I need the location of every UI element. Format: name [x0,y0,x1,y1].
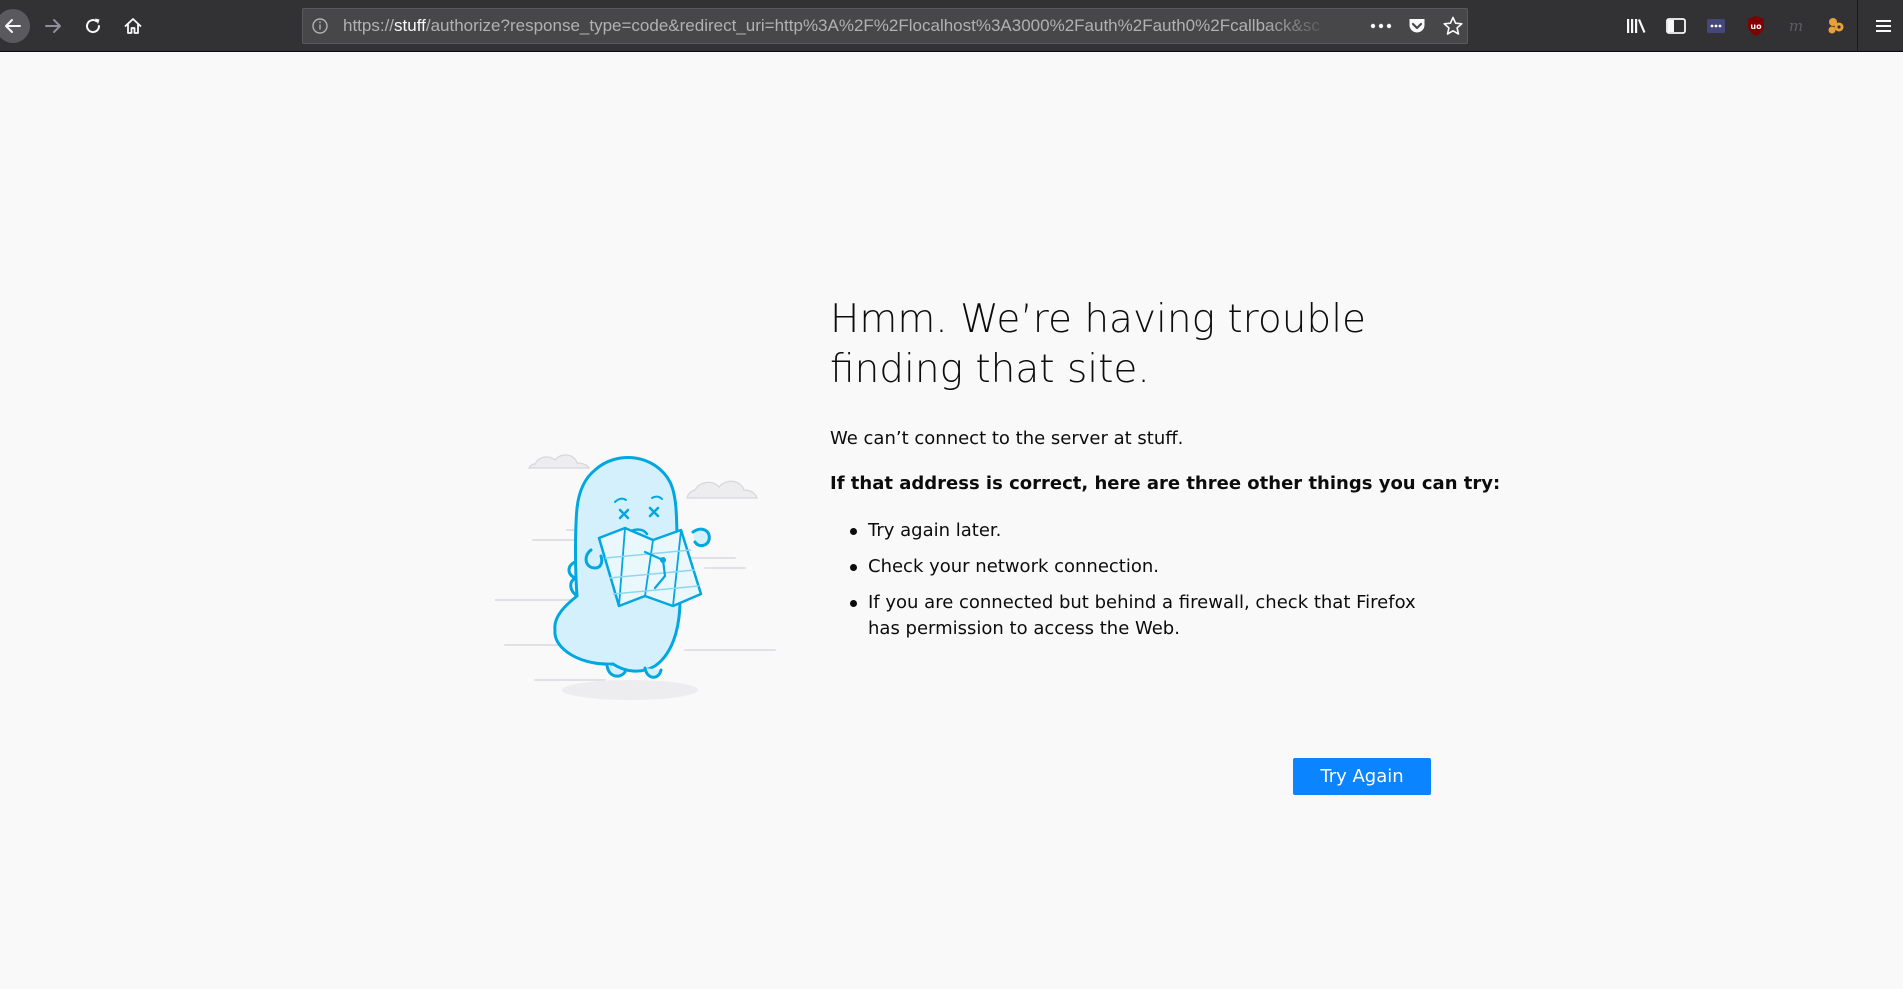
ublock-origin-button[interactable]: uo [1742,12,1770,40]
svg-text:m: m [1789,17,1803,35]
library-icon [1627,19,1646,33]
suggestion-text: Try again later. [868,520,1002,541]
page-actions-button[interactable] [1369,14,1393,38]
error-page: Hmm. We’re having trouble finding that s… [0,52,1903,989]
error-long-description-title: If that address is correct, here are thr… [830,473,1501,494]
extension-m-button[interactable]: m [1782,12,1810,40]
puzzle-icon [1828,18,1844,34]
back-arrow-icon [5,19,21,33]
browser-toolbar: https://stuff/authorize?response_type=co… [0,0,1903,52]
star-icon [1443,16,1463,35]
extension-icon [1707,19,1725,33]
forward-arrow-icon [45,19,61,33]
bullet-icon [850,600,857,607]
extension-button[interactable] [1702,12,1730,40]
more-dots-icon [1370,23,1392,29]
sidebar-icon [1666,18,1686,34]
sidebar-button[interactable] [1662,12,1690,40]
suggestion-item: If you are connected but behind a firewa… [830,590,1430,642]
try-again-button[interactable]: Try Again [1293,758,1431,795]
toolbar-separator [1857,0,1858,52]
suggestion-text: Check your network connection. [868,556,1160,577]
suggestion-item: Try again later. [830,518,1430,544]
hamburger-menu-icon [1876,20,1891,32]
error-title: Hmm. We’re having trouble finding that s… [830,297,1367,392]
info-icon[interactable] [311,17,329,39]
m-letter-icon: m [1789,17,1803,35]
bullet-icon [850,564,857,571]
suggestion-text: If you are connected but behind a firewa… [868,592,1416,639]
lost-creature-illustration [495,454,776,700]
error-short-description: We can’t connect to the server at stuff. [830,428,1184,449]
reload-button[interactable] [76,9,110,43]
bookmark-star-button[interactable] [1441,14,1465,38]
url-path: /authorize?response_type=code&redirect_u… [425,16,1320,35]
url-host: stuff [394,16,426,35]
pocket-icon [1409,19,1425,33]
library-button[interactable] [1622,12,1650,40]
home-button[interactable] [116,9,150,43]
back-button[interactable] [0,9,30,43]
menu-button[interactable] [1870,12,1898,40]
bullet-icon [850,528,857,535]
url-prefix: https:// [343,16,395,35]
extension-puzzle-button[interactable] [1822,12,1850,40]
url-text[interactable]: https://stuff/authorize?response_type=co… [343,9,1333,43]
url-bar[interactable]: https://stuff/authorize?response_type=co… [302,8,1468,44]
ublock-origin-icon: uo [1748,16,1764,36]
reload-icon [86,18,101,34]
suggestions-list: Try again later. Check your network conn… [830,518,1430,652]
pocket-button[interactable] [1405,14,1429,38]
svg-text:uo: uo [1750,22,1762,31]
home-icon [124,18,142,34]
forward-button[interactable] [36,9,70,43]
suggestion-item: Check your network connection. [830,554,1430,580]
